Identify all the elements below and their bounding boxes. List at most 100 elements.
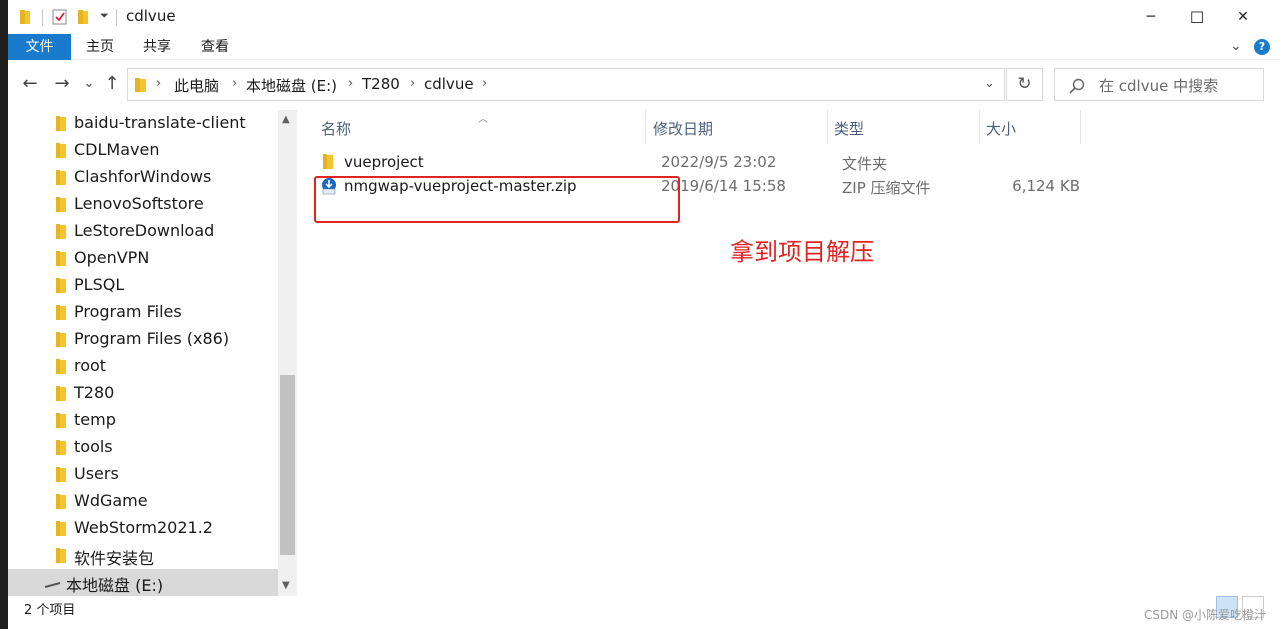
- scroll-up-icon[interactable]: ▲: [282, 114, 290, 125]
- chevron-right-icon[interactable]: ›: [348, 76, 353, 91]
- divider: [116, 9, 117, 26]
- file-name: vueproject: [344, 153, 424, 171]
- folder-icon: [56, 197, 66, 212]
- sidebar-item-label: Users: [74, 464, 119, 483]
- sidebar-item-label: temp: [74, 410, 116, 429]
- drive-icon: [44, 582, 61, 588]
- sidebar-item[interactable]: 软件安装包: [8, 542, 278, 569]
- folder-icon: [56, 278, 66, 293]
- column-divider[interactable]: [979, 110, 980, 144]
- maximize-button[interactable]: ☐: [1174, 0, 1220, 34]
- tab-home[interactable]: 主页: [78, 34, 122, 60]
- tab-view[interactable]: 查看: [193, 34, 237, 60]
- column-header-date[interactable]: 修改日期: [653, 118, 713, 139]
- forward-button[interactable]: →: [52, 72, 72, 96]
- column-divider[interactable]: [645, 110, 646, 144]
- new-folder-icon[interactable]: [76, 8, 90, 26]
- folder-icon: [56, 467, 66, 482]
- back-button[interactable]: ←: [20, 72, 40, 96]
- recent-locations-button[interactable]: ⌄: [82, 72, 96, 96]
- folder-icon: [56, 359, 66, 374]
- divider: [42, 9, 43, 26]
- sidebar-item-label: PLSQL: [74, 275, 125, 294]
- file-date: 2022/9/5 23:02: [661, 153, 777, 171]
- column-divider[interactable]: [827, 110, 828, 144]
- sidebar-item[interactable]: Program Files: [8, 299, 278, 326]
- sidebar-item[interactable]: tools: [8, 434, 278, 461]
- file-type: 文件夹: [842, 155, 888, 173]
- help-icon[interactable]: ?: [1254, 39, 1270, 55]
- minimize-button[interactable]: ─: [1128, 0, 1174, 34]
- sidebar-item-label: CDLMaven: [74, 140, 160, 159]
- customize-toolbar-icon[interactable]: ⏷: [100, 9, 109, 23]
- folder-icon: [56, 494, 66, 509]
- sidebar-item[interactable]: PLSQL: [8, 272, 278, 299]
- column-header-type[interactable]: 类型: [834, 118, 864, 139]
- up-button[interactable]: ↑: [104, 72, 120, 96]
- sidebar-item[interactable]: T280: [8, 380, 278, 407]
- folder-icon: [56, 413, 66, 428]
- title-bar: ⏷ cdlvue ─ ☐ ✕: [8, 0, 1280, 34]
- folder-icon: [56, 305, 66, 320]
- scroll-down-icon[interactable]: ▼: [282, 580, 290, 591]
- refresh-button[interactable]: ↻: [1006, 68, 1043, 101]
- sidebar-item[interactable]: OpenVPN: [8, 245, 278, 272]
- navigation-bar: ← → ⌄ ↑ › 此电脑 › 本地磁盘 (E:) › T280 › cdlvu…: [8, 62, 1280, 106]
- close-button[interactable]: ✕: [1220, 0, 1266, 34]
- sidebar-item[interactable]: baidu-translate-client: [8, 110, 278, 137]
- properties-icon[interactable]: [52, 8, 68, 26]
- breadcrumb-cdlvue[interactable]: cdlvue: [424, 75, 474, 93]
- sidebar-item[interactable]: LenovoSoftstore: [8, 191, 278, 218]
- scroll-thumb[interactable]: [280, 375, 295, 555]
- chevron-right-icon[interactable]: ›: [410, 76, 415, 91]
- folder-icon: [56, 251, 66, 266]
- sidebar-item[interactable]: root: [8, 353, 278, 380]
- breadcrumb-drive-e[interactable]: 本地磁盘 (E:): [246, 75, 337, 96]
- sidebar-item[interactable]: WdGame: [8, 488, 278, 515]
- folder-icon: [56, 116, 66, 131]
- column-divider[interactable]: [1080, 110, 1081, 144]
- breadcrumb-this-pc[interactable]: 此电脑: [174, 75, 219, 96]
- sidebar-item[interactable]: LeStoreDownload: [8, 218, 278, 245]
- tab-share[interactable]: 共享: [135, 34, 179, 60]
- folder-icon: [56, 548, 66, 563]
- breadcrumb-t280[interactable]: T280: [362, 75, 400, 93]
- sidebar-item-label: root: [74, 356, 107, 375]
- item-count: 2 个项目: [24, 603, 76, 618]
- sidebar-item[interactable]: Users: [8, 461, 278, 488]
- sidebar-item-label: tools: [74, 437, 113, 456]
- highlight-box: [314, 176, 680, 223]
- sort-ascending-icon: ︿: [478, 114, 488, 125]
- ribbon-tabs: 文件 主页 共享 查看 ⌄ ?: [8, 34, 1280, 60]
- folder-icon: [56, 143, 66, 158]
- sidebar-item[interactable]: ClashforWindows: [8, 164, 278, 191]
- folder-icon: [20, 10, 30, 24]
- file-type: ZIP 压缩文件: [842, 179, 931, 197]
- sidebar-item-label: Program Files (x86): [74, 329, 230, 348]
- sidebar-item[interactable]: CDLMaven: [8, 137, 278, 164]
- folder-icon: [56, 332, 66, 347]
- tab-file[interactable]: 文件: [8, 34, 71, 60]
- sidebar-item-label: LeStoreDownload: [74, 221, 215, 240]
- search-input[interactable]: 在 cdlvue 中搜索: [1099, 75, 1218, 96]
- column-header-size[interactable]: 大小: [986, 118, 1016, 139]
- address-history-icon[interactable]: ⌄: [984, 76, 995, 91]
- sidebar-item[interactable]: WebStorm2021.2: [8, 515, 278, 542]
- search-box[interactable]: 在 cdlvue 中搜索: [1054, 68, 1264, 101]
- sidebar-item[interactable]: temp: [8, 407, 278, 434]
- file-row[interactable]: vueproject 2022/9/5 23:02 文件夹: [320, 151, 1080, 175]
- navigation-pane: baidu-translate-client CDLMaven Clashfor…: [8, 110, 298, 596]
- sidebar-item-label: LenovoSoftstore: [74, 194, 204, 213]
- window-title: cdlvue: [126, 7, 176, 25]
- chevron-right-icon[interactable]: ›: [156, 76, 161, 91]
- expand-ribbon-icon[interactable]: ⌄: [1230, 38, 1242, 54]
- sidebar-scrollbar[interactable]: ▲ ▼: [278, 110, 297, 596]
- chevron-right-icon[interactable]: ›: [232, 76, 237, 91]
- sidebar-item-drive-e[interactable]: 本地磁盘 (E:): [8, 569, 278, 596]
- chevron-right-icon[interactable]: ›: [482, 76, 487, 91]
- sidebar-item-label: WebStorm2021.2: [74, 518, 213, 537]
- folder-icon: [56, 440, 66, 455]
- column-header-name[interactable]: 名称: [321, 118, 351, 139]
- sidebar-item[interactable]: Program Files (x86): [8, 326, 278, 353]
- address-bar[interactable]: › 此电脑 › 本地磁盘 (E:) › T280 › cdlvue › ⌄: [127, 68, 1005, 101]
